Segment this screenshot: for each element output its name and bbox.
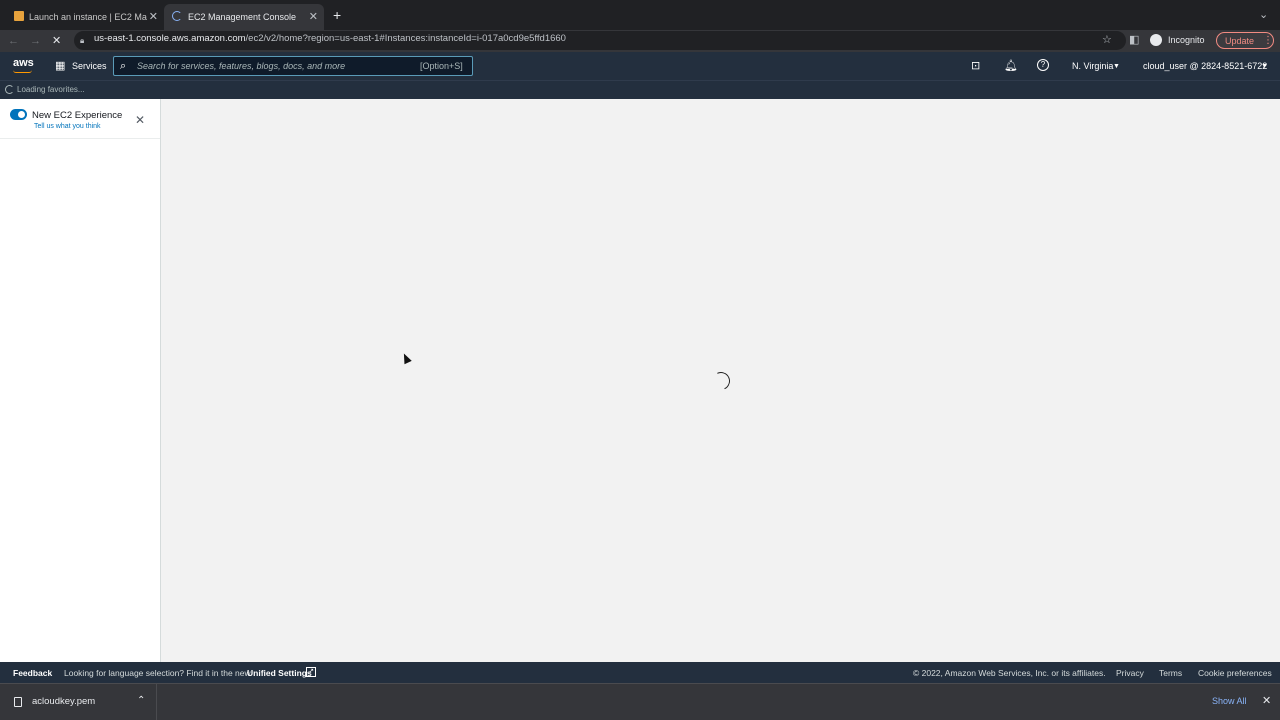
privacy-link[interactable]: Privacy [1116,668,1144,678]
incognito-icon [1150,34,1162,46]
kebab-menu-icon: ⋮ [1263,35,1273,46]
back-arrow-icon[interactable]: ← [8,35,19,47]
download-item[interactable]: acloudkey.pem ⌃ [0,684,157,720]
lock-icon[interactable]: 🔒︎ [80,35,84,47]
close-icon[interactable]: ✕ [309,10,318,23]
bell-icon[interactable]: 🔔︎ [1004,60,1018,72]
search-icon: ⌕ [120,60,127,72]
new-experience-toggle[interactable] [10,109,27,120]
loading-spinner-icon [172,11,182,21]
account-menu[interactable]: cloud_user @ 2824-8521-6722 [1143,61,1267,71]
bookmark-star-icon[interactable]: ☆ [1102,34,1112,46]
tab-ec2-console[interactable]: EC2 Management Console ✕ [164,4,324,30]
footer-language-text: Looking for language selection? Find it … [64,668,251,678]
favorites-loading-text: Loading favorites... [17,85,85,94]
terms-link[interactable]: Terms [1159,668,1182,678]
update-button[interactable]: Update ⋮ [1216,32,1274,49]
browser-tab-bar: Launch an instance | EC2 Mana ✕ EC2 Mana… [0,0,1280,30]
copyright-text: © 2022, Amazon Web Services, Inc. or its… [913,668,1106,678]
download-file-name: acloudkey.pem [32,696,96,707]
file-icon [14,697,22,707]
side-panel-icon[interactable]: ◧ [1129,34,1139,46]
search-placeholder: Search for services, features, blogs, do… [137,61,346,71]
chevron-down-icon: ▼ [1113,63,1120,70]
aws-favicon-icon [14,11,24,21]
close-icon[interactable]: ✕ [1262,694,1271,707]
loading-spinner-icon [5,85,14,94]
download-shelf [0,683,1280,720]
close-icon[interactable]: ✕ [135,113,145,127]
url-text[interactable]: us-east-1.console.aws.amazon.com/ec2/v2/… [94,33,566,44]
update-label: Update [1225,36,1255,46]
stop-loading-icon[interactable]: ✕ [52,35,61,47]
aws-logo[interactable]: aws [13,57,34,69]
toggle-label: New EC2 Experience [32,110,123,121]
chevron-up-icon[interactable]: ⌃ [137,695,145,706]
region-selector[interactable]: N. Virginia [1072,61,1113,71]
url-path: /ec2/v2/home?region=us-east-1#Instances:… [245,33,566,44]
search-shortcut: [Option+S] [420,61,463,71]
forward-arrow-icon[interactable]: → [30,35,41,47]
footer-feedback-link[interactable]: Feedback [13,668,52,678]
tab-launch-instance[interactable]: Launch an instance | EC2 Mana ✕ [8,4,164,30]
chevron-down-icon: ▼ [1261,63,1268,70]
external-link-icon: ↗ [306,667,316,677]
tab-title: EC2 Management Console [188,12,297,22]
sidebar: New EC2 Experience Tell us what you thin… [0,99,161,662]
cloudshell-icon[interactable]: ⊡ [971,60,980,72]
sidebar-divider [0,138,160,139]
unified-settings-link[interactable]: Unified Settings [247,668,312,678]
new-tab-icon[interactable]: + [333,8,341,22]
toggle-knob [18,111,25,118]
aws-smile-icon [13,70,32,73]
feedback-link[interactable]: Tell us what you think [34,123,101,130]
profile-label[interactable]: Incognito [1168,35,1205,45]
url-host: us-east-1.console.aws.amazon.com [94,33,246,44]
show-all-downloads[interactable]: Show All [1212,696,1247,706]
close-icon[interactable]: ✕ [149,10,158,23]
favorites-bar [0,80,1280,99]
help-icon[interactable]: ? [1037,59,1049,71]
cookie-preferences-link[interactable]: Cookie preferences [1198,668,1272,678]
services-grid-icon[interactable]: ▦ [55,60,65,72]
services-label[interactable]: Services [72,61,107,71]
tab-title: Launch an instance | EC2 Mana [29,12,147,22]
tab-search-chevron-icon[interactable]: ⌄ [1259,9,1268,21]
